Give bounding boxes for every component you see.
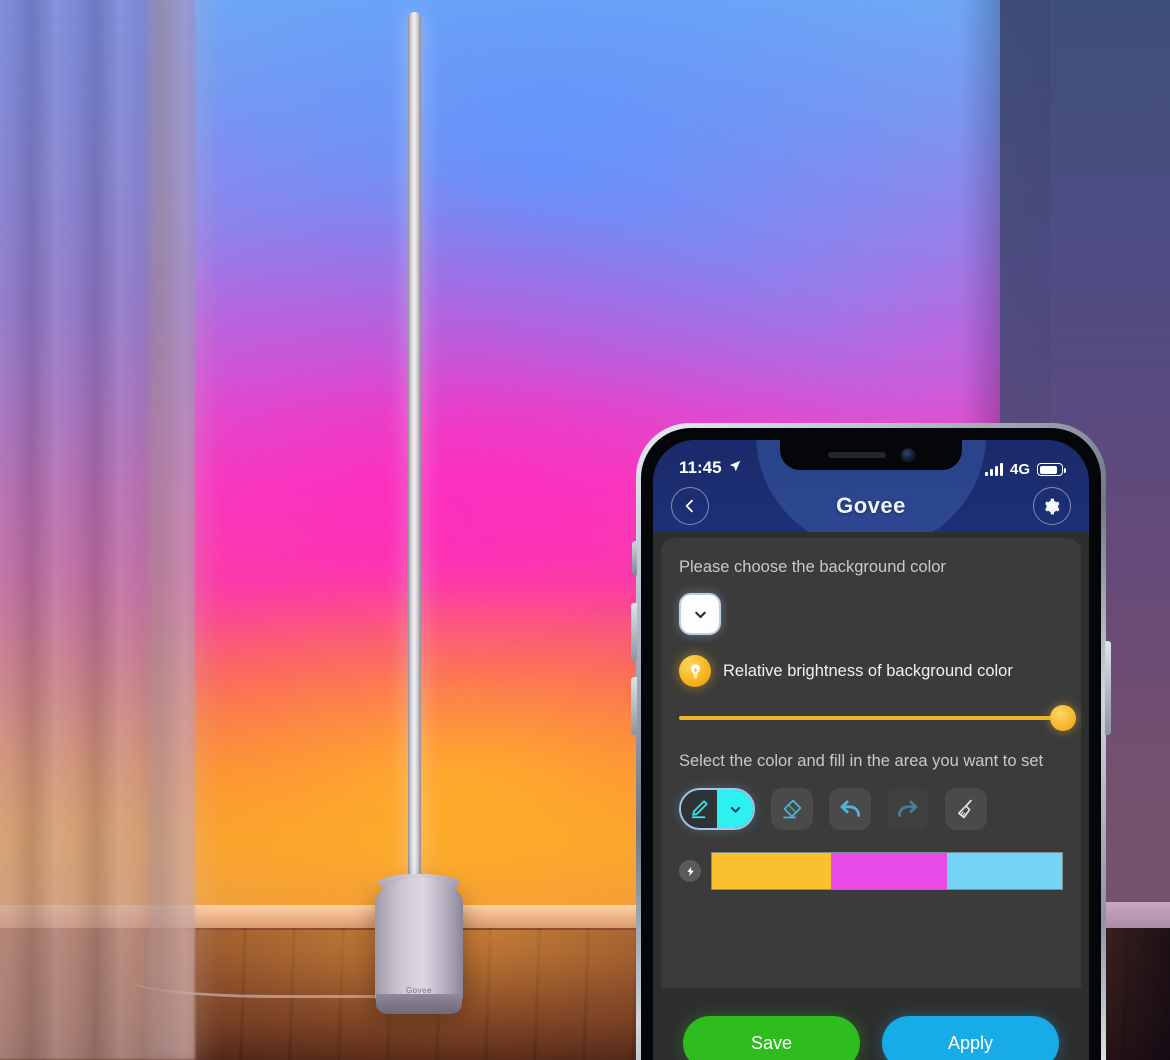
lamp-brand-label: Govee — [405, 986, 433, 995]
chevron-down-icon — [694, 611, 706, 618]
slider-fill — [679, 716, 1063, 720]
eraser-tool-button[interactable] — [771, 788, 813, 831]
background-color-picker-button[interactable] — [679, 593, 721, 635]
undo-tool-button[interactable] — [829, 788, 871, 831]
status-bar-left: 11:45 — [679, 458, 742, 478]
pen-color-dropdown[interactable] — [717, 790, 753, 829]
gear-icon — [1045, 498, 1061, 514]
bolt-icon — [679, 860, 701, 883]
chevron-down-icon — [730, 806, 740, 813]
silent-switch[interactable] — [632, 541, 637, 575]
pen-icon-area[interactable] — [681, 790, 717, 829]
signal-bars-icon — [984, 462, 1003, 476]
chevron-left-icon — [685, 499, 693, 513]
brightness-slider[interactable] — [679, 705, 1076, 731]
network-type-label: 4G — [1009, 461, 1030, 478]
broom-icon — [958, 799, 972, 819]
phone-screen: 11:45 4G Govee Please choose the backgro… — [653, 440, 1089, 1060]
fill-instruction-text: Select the color and fill in the area yo… — [679, 752, 1044, 770]
app-nav-bar: Govee — [653, 480, 1089, 532]
color-segment-amber[interactable] — [712, 853, 831, 890]
status-time: 11:45 — [679, 458, 722, 477]
back-button[interactable] — [671, 487, 709, 525]
screenshot-root: Govee 11:45 4G Govee Please choose the b… — [0, 0, 1170, 1060]
color-strip-row — [679, 852, 1063, 891]
lamp-base-ring — [376, 994, 462, 1014]
eraser-icon — [783, 799, 802, 819]
phone-bezel: 11:45 4G Govee Please choose the backgro… — [641, 428, 1101, 1060]
volume-up-button[interactable] — [631, 603, 637, 661]
undo-arrow-icon — [840, 800, 861, 818]
slider-thumb[interactable] — [1050, 705, 1076, 731]
bulb-icon — [679, 655, 711, 687]
battery-icon — [1037, 463, 1066, 476]
front-camera-icon — [902, 449, 914, 461]
curtain-edge-highlight — [150, 0, 220, 1060]
apply-button[interactable]: Apply — [882, 1016, 1059, 1060]
status-bar-right: 4G — [984, 461, 1066, 478]
app-brand-logo: Govee — [836, 493, 906, 518]
clear-tool-button[interactable] — [945, 788, 987, 831]
drawing-tools — [679, 788, 1063, 831]
redo-tool-button[interactable] — [887, 788, 929, 831]
redo-arrow-icon — [897, 800, 918, 818]
power-button[interactable] — [1105, 641, 1111, 735]
brightness-row: Relative brightness of background color — [679, 655, 1063, 687]
color-segments-strip[interactable] — [711, 852, 1063, 891]
background-color-card: Please choose the background color Relat… — [661, 538, 1081, 1060]
color-segment-magenta[interactable] — [831, 853, 947, 890]
volume-down-button[interactable] — [631, 677, 637, 735]
color-segment-sky-blue[interactable] — [946, 853, 1062, 890]
lamp-rod — [408, 12, 421, 892]
phone-device: 11:45 4G Govee Please choose the backgro… — [631, 423, 1111, 1060]
card-title: Please choose the background color — [679, 558, 946, 576]
pen-icon — [691, 800, 708, 819]
pen-tool-button[interactable] — [679, 788, 755, 831]
brightness-label: Relative brightness of background color — [723, 661, 1013, 680]
earpiece-speaker-icon — [828, 452, 886, 458]
phone-notch — [780, 440, 962, 470]
background-swatch-row — [679, 593, 1063, 635]
save-button[interactable]: Save — [683, 1016, 860, 1060]
settings-button[interactable] — [1032, 487, 1071, 525]
action-buttons: Save Apply — [661, 1016, 1081, 1060]
location-arrow-icon — [728, 458, 742, 478]
